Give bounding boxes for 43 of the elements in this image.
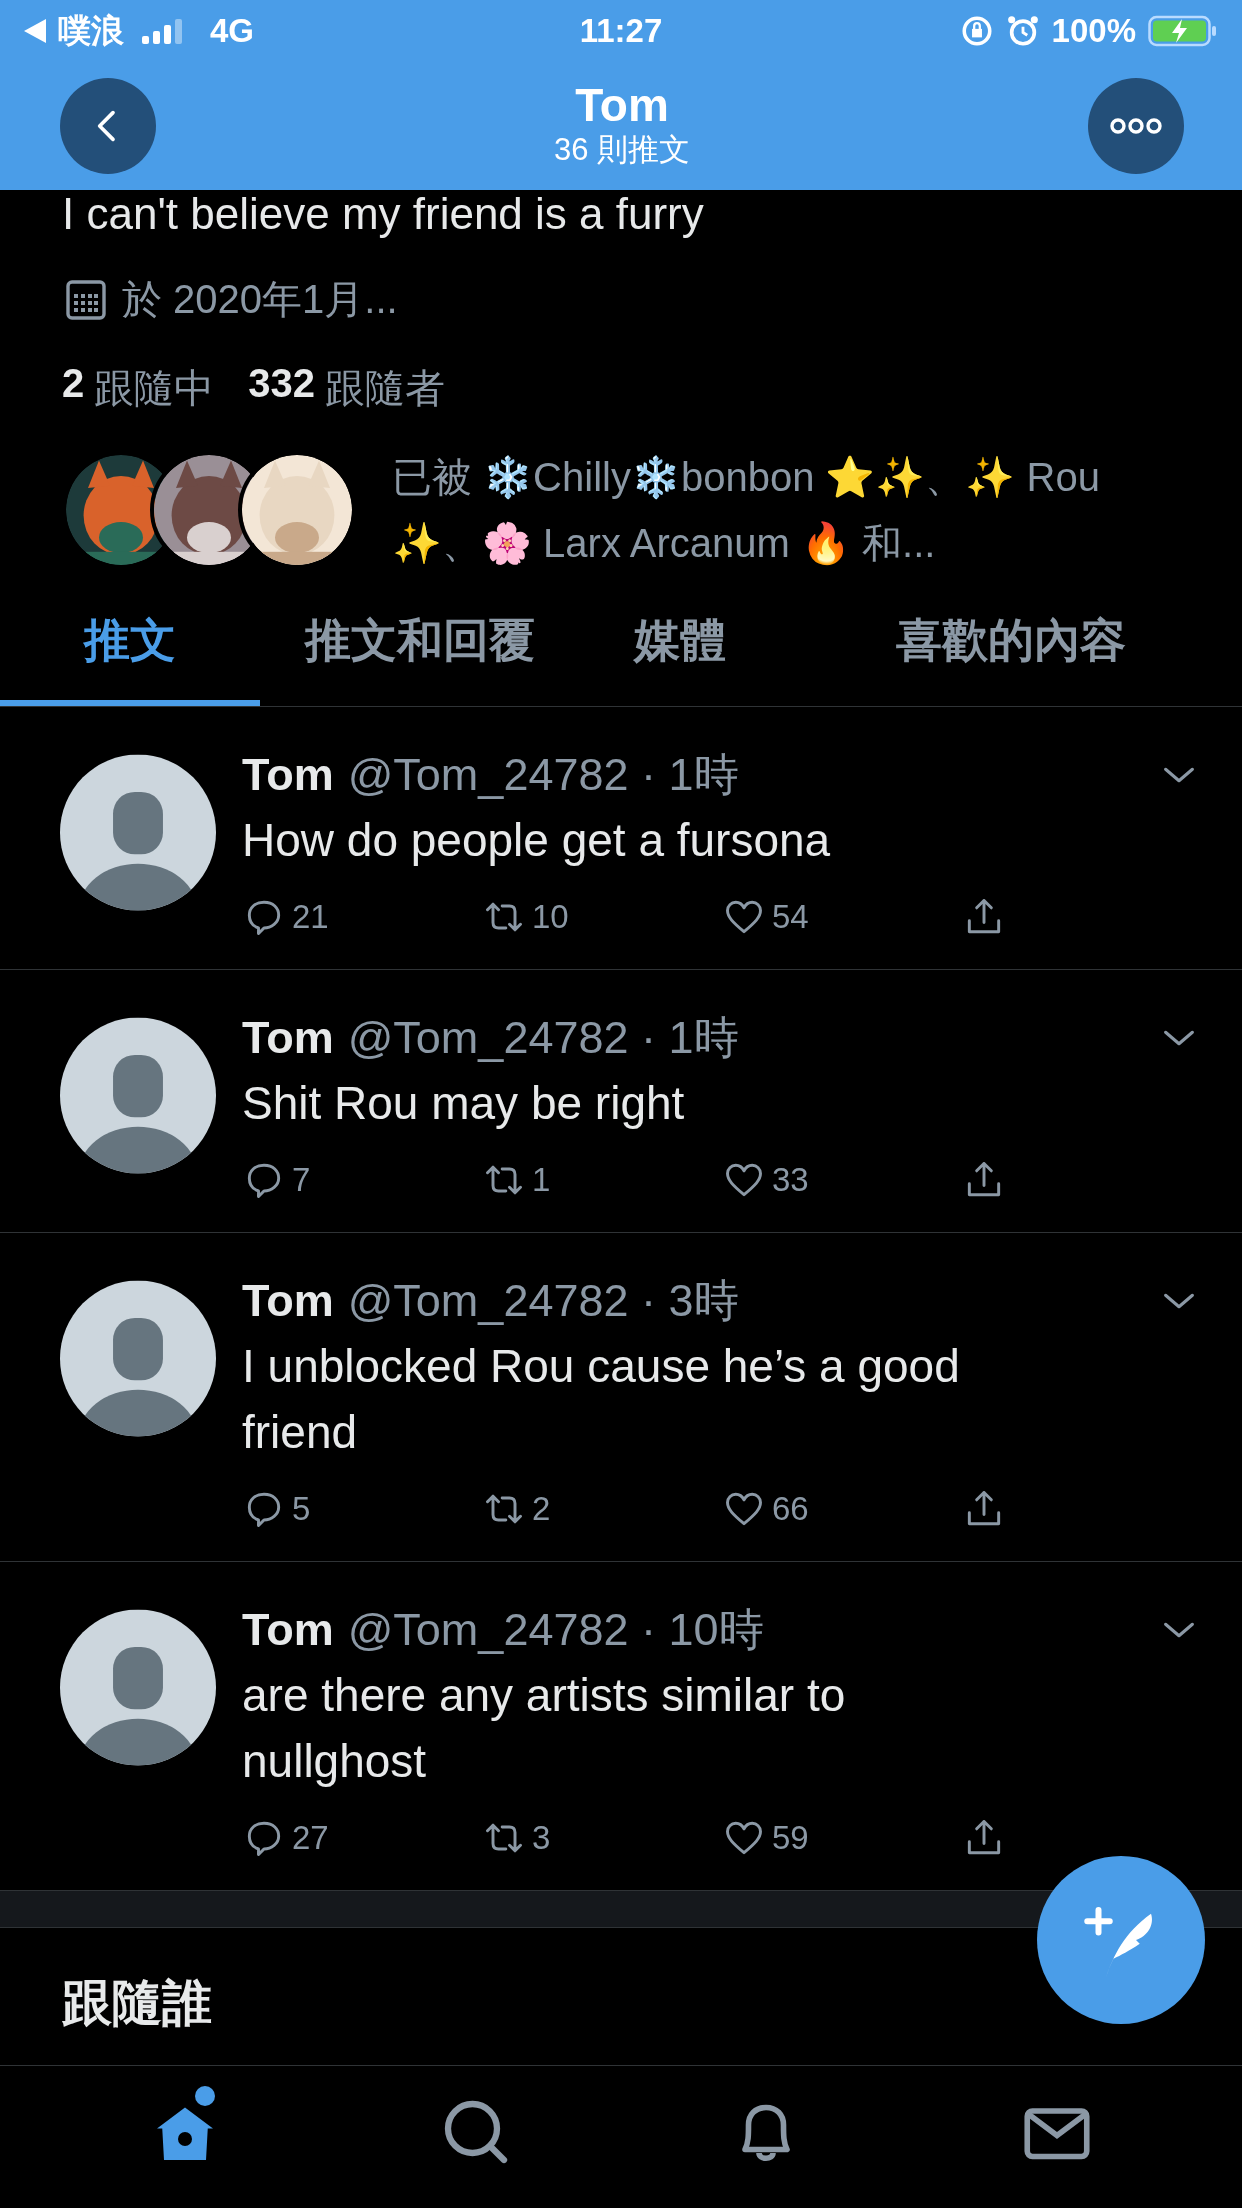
reply-button[interactable]: 21 bbox=[242, 895, 482, 939]
retweet-button[interactable]: 1 bbox=[482, 1158, 722, 1202]
profile-bio: I can't believe my friend is a furry bbox=[62, 190, 705, 238]
tweet-meta: @Tom_24782 · 10時 bbox=[347, 1603, 765, 1657]
like-button[interactable]: 54 bbox=[722, 895, 962, 939]
alarm-icon bbox=[1005, 14, 1040, 48]
tweet-text: I unblocked Rou cause he’s a good friend bbox=[242, 1339, 961, 1460]
network-type: 4G bbox=[210, 12, 255, 50]
more-icon bbox=[1108, 116, 1164, 136]
reply-button[interactable]: 7 bbox=[242, 1158, 482, 1202]
profile-tab[interactable]: 推文 bbox=[0, 594, 260, 706]
followed-by-text[interactable]: 已被 ❄Chilly❄bonbon ⭐✨、✨ Rou ✨、🌸 Larx Arcanum 🔥 和... bbox=[392, 444, 1132, 576]
tweet-meta: @Tom_24782 · 3時 bbox=[347, 1274, 740, 1328]
profile-tab[interactable]: 媒體 bbox=[580, 594, 780, 706]
tweet-text: are there any artists similar to nullghost bbox=[242, 1668, 847, 1789]
tweet-text: Shit Rou may be right bbox=[242, 1076, 686, 1131]
retweet-button[interactable]: 3 bbox=[482, 1816, 722, 1860]
back-arrow-icon[interactable] bbox=[24, 19, 46, 43]
signal-icon bbox=[142, 18, 182, 44]
battery-percent: 100% bbox=[1051, 12, 1136, 50]
tweet-meta: @Tom_24782 · 1時 bbox=[347, 748, 740, 802]
author-name: Tom bbox=[242, 749, 334, 801]
retweet-button[interactable]: 10 bbox=[482, 895, 722, 939]
followers-count[interactable]: 332 跟隨者 bbox=[248, 361, 445, 416]
reply-button[interactable]: 27 bbox=[242, 1816, 482, 1860]
battery-charging-icon bbox=[1148, 14, 1218, 48]
like-button[interactable]: 59 bbox=[722, 1816, 962, 1860]
tweet-count: 36 則推文 bbox=[553, 131, 691, 170]
tweet-text: How do people get a fursona bbox=[242, 813, 832, 868]
profile-name: Tom bbox=[575, 80, 669, 130]
join-date: 於 2020年1月... bbox=[122, 276, 398, 323]
author-name: Tom bbox=[242, 1604, 334, 1656]
tweet-meta: @Tom_24782 · 1時 bbox=[347, 1011, 740, 1065]
author-name: Tom bbox=[242, 1275, 334, 1327]
profile-tab[interactable]: 推文和回覆 bbox=[260, 594, 580, 706]
profile-tab[interactable]: 喜歡的內容 bbox=[780, 594, 1242, 706]
retweet-button[interactable]: 2 bbox=[482, 1487, 722, 1531]
author-name: Tom bbox=[242, 1012, 334, 1064]
status-time: 11:27 bbox=[579, 12, 663, 50]
like-button[interactable]: 33 bbox=[722, 1158, 962, 1202]
reply-button[interactable]: 5 bbox=[242, 1487, 482, 1531]
following-count[interactable]: 2 跟隨中 bbox=[62, 361, 215, 416]
like-button[interactable]: 66 bbox=[722, 1487, 962, 1531]
